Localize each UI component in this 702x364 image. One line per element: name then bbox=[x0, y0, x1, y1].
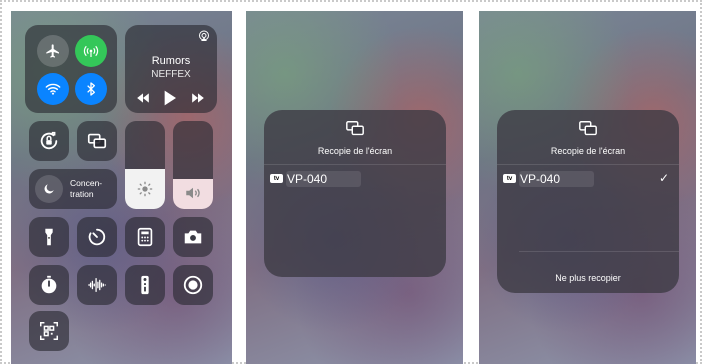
brightness-slider[interactable] bbox=[125, 121, 165, 209]
screen-mirroring-button[interactable] bbox=[77, 121, 117, 161]
rotation-lock-icon bbox=[40, 131, 58, 150]
sheet-title: Recopie de l'écran bbox=[317, 146, 393, 156]
camera-icon bbox=[184, 230, 202, 244]
record-icon bbox=[183, 275, 203, 295]
sheet-title: Recopie de l'écran bbox=[550, 146, 626, 156]
sheet-separator bbox=[497, 164, 679, 165]
airplane-icon bbox=[46, 44, 59, 58]
timer-button[interactable] bbox=[77, 217, 117, 257]
remote-icon bbox=[141, 275, 149, 295]
timer-icon bbox=[88, 228, 106, 246]
screen-mirroring-connected-panel: Recopie de l'écran tv VP-040 ✓ Ne plus r… bbox=[479, 11, 696, 364]
screen-recording-button[interactable] bbox=[173, 265, 213, 305]
flashlight-button[interactable] bbox=[29, 217, 69, 257]
voice-memos-button[interactable] bbox=[77, 265, 117, 305]
camera-button[interactable] bbox=[173, 217, 213, 257]
connectivity-tile bbox=[25, 25, 117, 113]
focus-icon-circle bbox=[35, 175, 63, 203]
song-title: Rumors bbox=[151, 55, 191, 67]
device-row[interactable]: tv VP-040 bbox=[264, 168, 446, 190]
cellular-data-button[interactable] bbox=[75, 35, 107, 67]
sun-icon bbox=[137, 181, 153, 197]
flashlight-icon bbox=[45, 228, 53, 246]
calculator-button[interactable] bbox=[125, 217, 165, 257]
speaker-icon bbox=[186, 187, 200, 199]
screen-mirroring-sheet: Recopie de l'écran tv VP-040 bbox=[264, 110, 446, 277]
qr-code-icon bbox=[40, 322, 58, 340]
screen-mirroring-icon bbox=[87, 133, 107, 149]
previous-track-icon[interactable] bbox=[136, 92, 150, 104]
next-track-icon[interactable] bbox=[191, 92, 205, 104]
now-playing-tile[interactable]: Rumors NEFFEX bbox=[125, 25, 217, 113]
play-icon[interactable] bbox=[163, 90, 177, 106]
apple-tv-badge-icon: tv bbox=[503, 174, 516, 183]
apple-tv-remote-button[interactable] bbox=[125, 265, 165, 305]
sheet-separator bbox=[264, 164, 446, 165]
checkmark-icon: ✓ bbox=[658, 171, 669, 185]
volume-slider[interactable] bbox=[173, 121, 213, 209]
cellular-data-icon bbox=[83, 45, 99, 57]
apple-tv-badge-icon: tv bbox=[270, 174, 283, 183]
stopwatch-button[interactable] bbox=[29, 265, 69, 305]
waveform-icon bbox=[88, 277, 106, 293]
focus-label-line1: Concen- bbox=[70, 178, 103, 188]
airplane-mode-button[interactable] bbox=[37, 35, 69, 67]
device-row[interactable]: tv VP-040 ✓ bbox=[497, 168, 679, 190]
code-scanner-button[interactable] bbox=[29, 311, 69, 351]
screen-mirroring-icon bbox=[346, 121, 364, 136]
rotation-lock-button[interactable] bbox=[29, 121, 69, 161]
screen-mirroring-icon bbox=[579, 121, 597, 136]
focus-label-line2: tration bbox=[70, 189, 94, 199]
bluetooth-icon bbox=[87, 82, 95, 96]
stop-mirroring-button[interactable]: Ne plus recopier bbox=[497, 273, 679, 283]
wifi-button[interactable] bbox=[37, 73, 69, 105]
device-name: VP-040 bbox=[286, 171, 361, 187]
screen-mirroring-panel: Recopie de l'écran tv VP-040 bbox=[246, 11, 463, 364]
wifi-icon bbox=[45, 83, 61, 95]
calculator-icon bbox=[137, 227, 153, 247]
screen-mirroring-sheet: Recopie de l'écran tv VP-040 ✓ Ne plus r… bbox=[497, 110, 679, 293]
bluetooth-button[interactable] bbox=[75, 73, 107, 105]
moon-icon bbox=[44, 184, 54, 194]
stopwatch-icon bbox=[41, 275, 57, 294]
sheet-separator bbox=[519, 251, 679, 252]
airplay-audio-icon[interactable] bbox=[198, 30, 210, 42]
song-artist: NEFFEX bbox=[151, 69, 191, 80]
control-center-panel: Rumors NEFFEX Concen- tration bbox=[11, 11, 232, 364]
focus-button[interactable]: Concen- tration bbox=[29, 169, 117, 209]
device-name: VP-040 bbox=[519, 171, 594, 187]
